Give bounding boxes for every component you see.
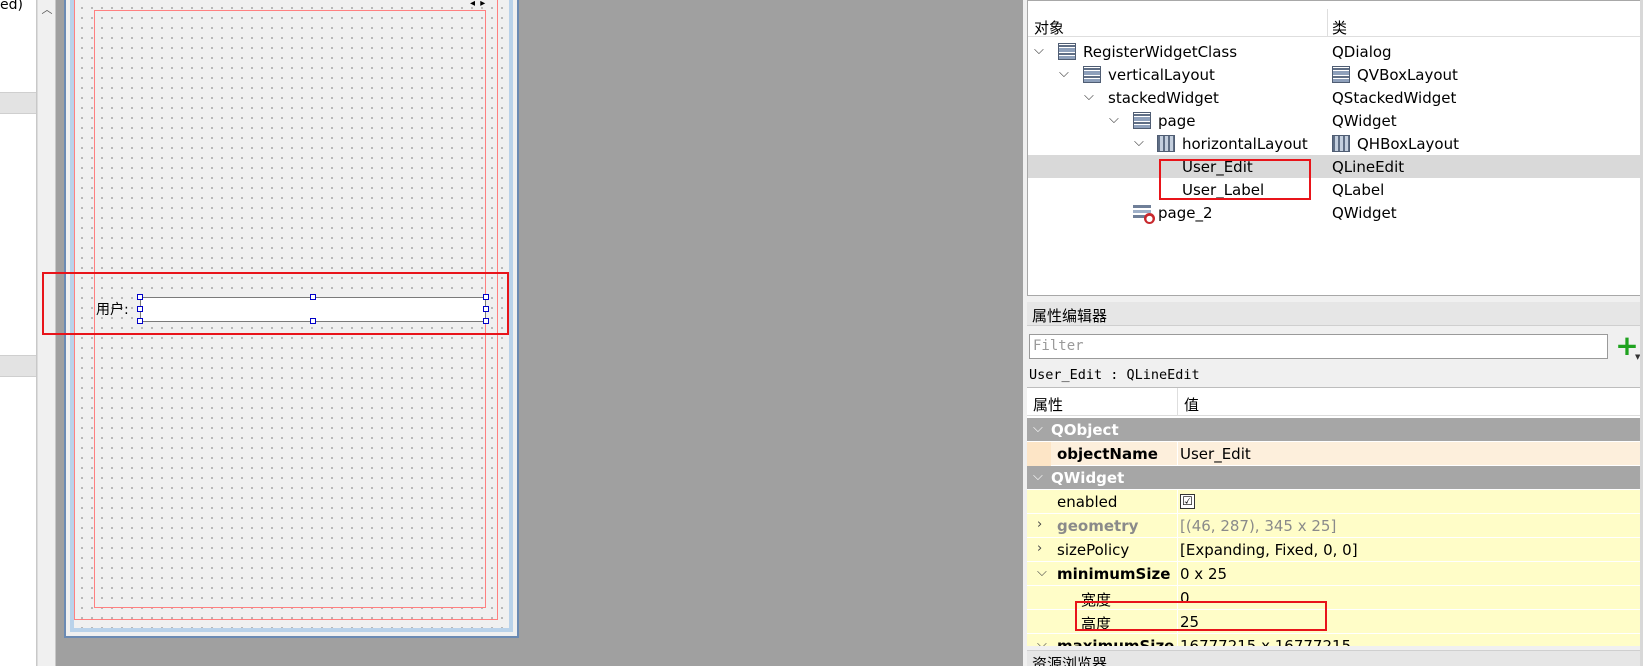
resize-arrows-icon[interactable]: ◂ ▸ [470,0,486,9]
tree-item-class: QVBoxLayout [1357,66,1458,84]
tree-item-class: QLineEdit [1332,158,1405,176]
tree-item-class: QWidget [1332,204,1397,222]
widget-box-panel: ed) [0,0,37,666]
highlight-box-tree-items [1159,159,1311,200]
tree-item-class: QLabel [1332,181,1385,199]
tree-row-page[interactable]: ⌵ page QWidget [1028,109,1643,132]
property-value[interactable]: User_Edit [1180,445,1251,463]
tree-row-user-label[interactable]: User_Label QLabel [1028,178,1643,201]
highlight-box-form-row [42,272,509,335]
tree-item-class: QHBoxLayout [1357,135,1459,153]
widget-box-category[interactable] [0,92,36,114]
tree-item-name: verticalLayout [1108,66,1215,84]
vertical-layout-icon [1083,66,1101,83]
horizontal-layout-icon [1157,135,1175,152]
property-name: maximumSize [1057,637,1175,646]
header-class[interactable]: 类 [1332,17,1347,38]
property-group-qwidget[interactable]: ⌵ QWidget [1027,466,1643,490]
tree-row-stackedwidget[interactable]: ⌵ stackedWidget QStackedWidget [1028,86,1643,109]
property-filter-input[interactable]: Filter [1029,334,1608,359]
widget-box-category[interactable] [0,355,36,377]
property-editor-title: 属性编辑器 [1027,302,1643,326]
highlight-box-height-row [1075,601,1327,631]
property-value[interactable]: 0 x 25 [1180,565,1227,583]
chevron-right-icon[interactable]: › [1037,541,1042,556]
enabled-checkbox[interactable]: ☑ [1180,494,1195,509]
chevron-down-icon[interactable]: ⌵ [1134,135,1146,150]
tree-item-name: stackedWidget [1108,89,1219,107]
property-row-sizepolicy[interactable]: › sizePolicy [Expanding, Fixed, 0, 0] [1027,538,1643,562]
tree-row-page-2[interactable]: ● page_2 QWidget [1028,201,1643,224]
dialog-icon [1058,43,1076,60]
tree-item-class: QStackedWidget [1332,89,1457,107]
chevron-down-icon[interactable]: ⌵ [1033,469,1043,484]
tree-row-horizontallayout[interactable]: ⌵ horizontalLayout QHBoxLayout [1028,132,1643,155]
widget-icon [1133,112,1151,129]
property-name: sizePolicy [1057,541,1130,559]
tree-item-name: page [1158,112,1196,130]
chevron-down-icon[interactable]: ⌵ [1109,112,1121,127]
tree-item-class: QDialog [1332,43,1392,61]
property-name: geometry [1057,517,1139,535]
chevron-down-icon[interactable]: ⌵ [1037,565,1047,580]
chevron-down-icon[interactable]: ⌵ [1059,66,1071,81]
tree-item-name: page_2 [1158,204,1213,222]
property-row-enabled[interactable]: enabled ☑ [1027,490,1643,514]
tree-item-name: RegisterWidgetClass [1083,43,1238,61]
tree-item-name: horizontalLayout [1182,135,1308,153]
tree-row-user-edit[interactable]: User_Edit QLineEdit [1028,155,1643,178]
horizontal-layout-icon [1332,135,1350,152]
group-name: QObject [1051,421,1119,439]
scroll-up-icon[interactable]: ︿ [41,4,53,16]
broken-widget-icon: ● [1133,204,1155,224]
property-group-qobject[interactable]: ⌵ QObject [1027,418,1643,442]
chevron-right-icon[interactable]: › [1037,517,1042,532]
widget-box-partial-text: ed) [0,0,23,13]
chevron-down-icon[interactable]: ⌵ [1084,89,1096,104]
object-inspector: 对象 类 ⌵ RegisterWidgetClass QDialog ⌵ ver… [1027,0,1643,296]
property-name: objectName [1057,445,1158,463]
property-table-header: 属性 值 [1027,388,1643,416]
object-inspector-header: 对象 类 [1028,9,1642,37]
property-value[interactable]: [(46, 287), 345 x 25] [1180,517,1336,535]
header-object[interactable]: 对象 [1034,17,1064,38]
property-name: enabled [1057,493,1118,511]
tree-item-class: QWidget [1332,112,1397,130]
vertical-layout-icon [1332,66,1350,83]
property-row-objectname[interactable]: objectName User_Edit [1027,442,1643,466]
property-name: minimumSize [1057,565,1171,583]
chevron-down-icon[interactable]: ⌵ [1034,43,1046,58]
tree-row-verticallayout[interactable]: ⌵ verticalLayout QVBoxLayout [1028,63,1643,86]
resource-browser-title: 资源浏览器 [1027,650,1643,666]
property-value[interactable]: [Expanding, Fixed, 0, 0] [1180,541,1358,559]
group-name: QWidget [1051,469,1125,487]
property-row-maximumsize[interactable]: ⌵ maximumSize 16777215 x 16777215 [1027,634,1643,646]
chevron-down-icon[interactable]: ⌵ [1033,421,1043,436]
property-row-geometry[interactable]: › geometry [(46, 287), 345 x 25] [1027,514,1643,538]
header-value[interactable]: 值 [1184,394,1199,415]
property-row-minimumsize[interactable]: ⌵ minimumSize 0 x 25 [1027,562,1643,586]
current-object-class: User_Edit : QLineEdit [1029,367,1200,383]
chevron-down-icon[interactable]: ⌵ [1037,637,1047,646]
header-property[interactable]: 属性 [1033,394,1063,415]
property-value[interactable]: 16777215 x 16777215 [1180,637,1351,646]
tree-row-registerwidgetclass[interactable]: ⌵ RegisterWidgetClass QDialog [1028,40,1643,63]
